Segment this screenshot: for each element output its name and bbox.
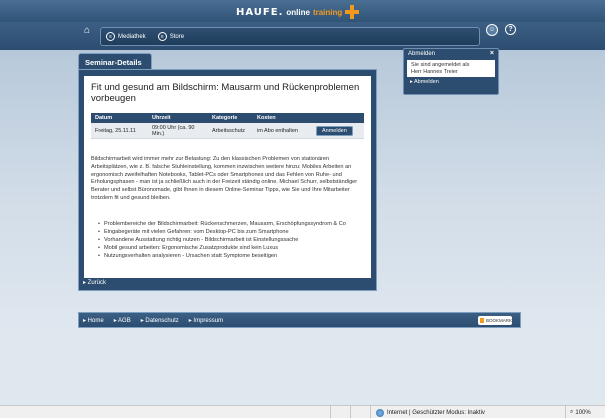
- logout-popup: Abmelden × Sie sind angemeldet als Herr …: [403, 48, 499, 95]
- list-item: Vorhandene Ausstattung richtig nutzen - …: [98, 236, 368, 244]
- column-header-kosten: Kosten: [257, 115, 276, 121]
- haufe-logo[interactable]: HAUFE. online training: [236, 5, 360, 19]
- seminar-table: Datum Uhrzeit Kategorie Kosten Freitag, …: [91, 113, 364, 139]
- table-row: Freitag, 25.11.11 09:00 Uhr (ca. 90 Min.…: [91, 123, 364, 139]
- cell-date: Freitag, 25.11.11: [95, 127, 136, 134]
- nav-item-label: Mediathek: [118, 33, 146, 40]
- status-divider: [565, 406, 566, 418]
- bookmark-button[interactable]: BOOKMARK: [478, 316, 512, 325]
- plus-logo-icon: [345, 5, 360, 19]
- back-link[interactable]: ▸ Zurück: [83, 279, 106, 286]
- footer-link-agb[interactable]: ▸ AGB: [114, 317, 131, 324]
- globe-icon: [376, 409, 384, 417]
- footer-link-home[interactable]: ▸ Home: [83, 317, 104, 324]
- list-item: Problembereiche der Bildschirmarbeit: Rü…: [98, 220, 368, 228]
- logout-link[interactable]: ▸ Abmelden: [404, 77, 498, 87]
- list-item: Mobil gesund arbeiten: Ergonomische Zusa…: [98, 244, 368, 252]
- footer-link-impressum[interactable]: ▸ Impressum: [189, 317, 223, 324]
- footer-bar: ▸ Home ▸ AGB ▸ Datenschutz ▸ Impressum B…: [78, 312, 521, 328]
- browser-status-bar: Internet | Geschützter Modus: Inaktiv ⌕ …: [0, 405, 605, 418]
- nav-item-store[interactable]: ≡ Store: [157, 32, 185, 41]
- list-item: Eingabegeräte mit vielen Gefahren: vom D…: [98, 228, 368, 236]
- topic-list: Problembereiche der Bildschirmarbeit: Rü…: [98, 220, 368, 260]
- cell-category: Arbeitsschutz: [212, 127, 246, 134]
- status-divider: [350, 406, 351, 418]
- close-icon[interactable]: ×: [490, 50, 494, 57]
- logo-part2: online: [286, 7, 310, 17]
- top-bar: HAUFE. online training: [0, 0, 605, 22]
- popup-text-line1: Sie sind angemeldet als: [411, 62, 470, 68]
- nav-item-label: Store: [169, 33, 185, 40]
- main-navigation: ≡ Mediathek ≡ Store: [100, 27, 480, 46]
- store-icon: ≡: [157, 32, 167, 41]
- popup-text-line2: Herr Hannes Treier: [411, 69, 458, 75]
- cell-cost: im Abo enthalten: [257, 127, 298, 134]
- status-text: Internet | Geschützter Modus: Inaktiv: [387, 410, 485, 416]
- page-title: Fit und gesund am Bildschirm: Mausarm un…: [91, 82, 360, 104]
- seminar-panel: Fit und gesund am Bildschirm: Mausarm un…: [78, 69, 377, 291]
- mediathek-icon: ≡: [106, 32, 115, 41]
- anmelden-button[interactable]: Anmelden: [316, 125, 353, 136]
- status-divider: [330, 406, 331, 418]
- bookmark-icon: [480, 318, 484, 323]
- bookmark-label: BOOKMARK: [485, 318, 512, 323]
- status-divider: [370, 406, 371, 418]
- logo-part3: training: [312, 7, 343, 17]
- cell-time: 09:00 Uhr (ca. 90 Min.): [152, 124, 195, 137]
- tab-seminar-details[interactable]: Seminar-Details: [78, 53, 152, 70]
- zoom-level: 100%: [575, 409, 591, 416]
- user-icon[interactable]: ☺: [486, 24, 498, 36]
- footer-link-datenschutz[interactable]: ▸ Datenschutz: [141, 317, 179, 324]
- status-zone: Internet | Geschützter Modus: Inaktiv: [376, 409, 485, 417]
- seminar-description: Bildschirmarbeit wird immer mehr zur Bel…: [91, 156, 358, 201]
- popup-header: Abmelden ×: [404, 49, 498, 60]
- cell-action: Anmelden: [316, 125, 364, 136]
- home-icon[interactable]: ⌂: [82, 26, 92, 36]
- seminar-content: Fit und gesund am Bildschirm: Mausarm un…: [84, 76, 371, 278]
- magnifier-icon: ⌕: [570, 409, 574, 415]
- column-header-datum: Datum: [95, 115, 113, 121]
- popup-title: Abmelden: [408, 51, 436, 57]
- column-header-uhrzeit: Uhrzeit: [152, 115, 171, 121]
- zoom-control[interactable]: ⌕ 100%: [570, 409, 591, 416]
- column-header-kategorie: Kategorie: [212, 115, 238, 121]
- popup-body: Sie sind angemeldet als Herr Hannes Trei…: [407, 60, 495, 77]
- list-item: Nutzungsverhalten analysieren - Ursachen…: [98, 252, 368, 260]
- logo-part1: HAUFE.: [236, 6, 284, 18]
- help-icon[interactable]: ?: [505, 24, 516, 35]
- nav-item-mediathek[interactable]: ≡ Mediathek: [106, 32, 146, 41]
- table-header: Datum Uhrzeit Kategorie Kosten: [91, 113, 364, 123]
